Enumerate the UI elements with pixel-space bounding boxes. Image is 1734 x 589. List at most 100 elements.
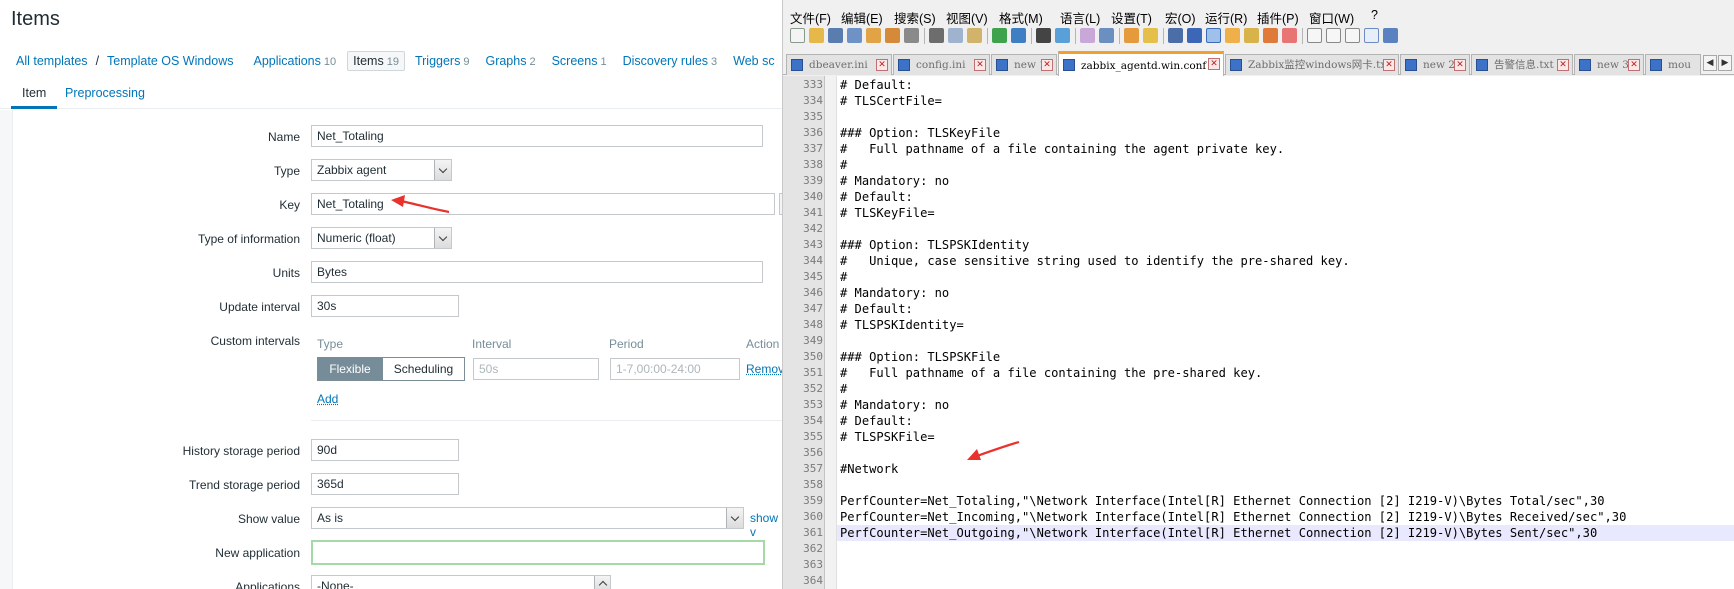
menu-help[interactable]: ? — [1371, 8, 1378, 22]
undo-icon[interactable] — [992, 28, 1007, 43]
code-line[interactable]: # Default: — [840, 413, 913, 429]
code-line[interactable]: # TLSKeyFile= — [840, 205, 935, 221]
cut-icon[interactable] — [929, 28, 944, 43]
close-tab-icon[interactable]: ✕ — [1383, 59, 1395, 71]
print-icon[interactable] — [904, 28, 919, 43]
show-value-mappings-link[interactable]: show v — [750, 511, 782, 539]
type-of-information-dropdown-button[interactable] — [434, 228, 451, 248]
nav-graphs[interactable]: Graphs 2 — [485, 54, 535, 68]
code-line[interactable]: # — [840, 381, 847, 397]
copy-icon[interactable] — [948, 28, 963, 43]
ci-scheduling-toggle[interactable]: Scheduling — [383, 357, 465, 381]
new-file-icon[interactable] — [790, 28, 805, 43]
name-input[interactable]: Net_Totaling — [311, 125, 763, 147]
tab-scroll-left-icon[interactable]: ◀ — [1703, 55, 1717, 71]
show-all-chars-icon[interactable] — [1187, 28, 1202, 43]
new-application-input[interactable] — [311, 540, 765, 565]
ci-add-link[interactable]: Add — [317, 392, 338, 406]
close-tab-icon[interactable]: ✕ — [1557, 59, 1569, 71]
save-macro-icon[interactable] — [1383, 28, 1398, 43]
close-tab-icon[interactable]: ✕ — [1628, 59, 1640, 71]
sync-horizontal-icon[interactable] — [1143, 28, 1158, 43]
tab-preprocessing[interactable]: Preprocessing — [54, 78, 156, 109]
word-wrap-icon[interactable] — [1168, 28, 1183, 43]
folder-workspace-icon[interactable] — [1263, 28, 1278, 43]
file-tab-new3[interactable]: new 3 ✕ — [1574, 54, 1644, 75]
code-line[interactable]: # — [840, 157, 847, 173]
type-dropdown-button[interactable] — [434, 160, 451, 180]
monitoring-icon[interactable] — [1282, 28, 1297, 43]
file-tab-new1[interactable]: new 1 ✕ — [991, 54, 1057, 75]
show-value-dropdown-button[interactable] — [726, 508, 743, 528]
nav-web-scenarios[interactable]: Web sc — [733, 54, 774, 68]
play-macro-icon[interactable] — [1345, 28, 1360, 43]
trend-storage-input[interactable]: 365d — [311, 473, 459, 495]
code-line[interactable]: PerfCounter=Net_Outgoing,"\Network Inter… — [840, 525, 1597, 541]
applications-listbox[interactable]: -None- — [311, 575, 611, 589]
code-line[interactable]: # Default: — [840, 301, 913, 317]
tab-scroll-right-icon[interactable]: ▶ — [1718, 55, 1732, 71]
close-file-icon[interactable] — [866, 28, 881, 43]
ci-interval-input[interactable]: 50s — [473, 358, 599, 380]
find-icon[interactable] — [1036, 28, 1051, 43]
code-line[interactable]: # Default: — [840, 77, 913, 93]
close-all-icon[interactable] — [885, 28, 900, 43]
file-tab-dbeaver[interactable]: dbeaver.ini ✕ — [786, 54, 892, 75]
show-value-select[interactable]: As is — [311, 507, 744, 529]
run-macro-multiple-icon[interactable] — [1364, 28, 1379, 43]
open-file-icon[interactable] — [809, 28, 824, 43]
record-macro-icon[interactable] — [1307, 28, 1322, 43]
code-line[interactable]: PerfCounter=Net_Incoming,"\Network Inter… — [840, 509, 1626, 525]
redo-icon[interactable] — [1011, 28, 1026, 43]
history-storage-input[interactable]: 90d — [311, 439, 459, 461]
code-line[interactable]: # Full pathname of a file containing the… — [840, 365, 1262, 381]
code-line[interactable]: # Mandatory: no — [840, 285, 949, 301]
file-tab-new2[interactable]: new 2 ✕ — [1400, 54, 1470, 75]
units-input[interactable]: Bytes — [311, 261, 763, 283]
zoom-out-icon[interactable] — [1099, 28, 1114, 43]
code-line[interactable]: # Mandatory: no — [840, 173, 949, 189]
save-all-icon[interactable] — [847, 28, 862, 43]
doc-map-icon[interactable] — [1225, 28, 1240, 43]
close-tab-icon[interactable]: ✕ — [974, 59, 986, 71]
close-tab-icon[interactable]: ✕ — [1454, 59, 1466, 71]
ci-remove-link[interactable]: Remov — [746, 362, 782, 376]
close-tab-icon[interactable]: ✕ — [1041, 59, 1053, 71]
nav-screens[interactable]: Screens 1 — [552, 54, 607, 68]
code-line[interactable]: ### Option: TLSKeyFile — [840, 125, 1000, 141]
code-line[interactable]: ### Option: TLSPSKIdentity — [840, 237, 1029, 253]
update-interval-input[interactable]: 30s — [311, 295, 459, 317]
code-line[interactable]: #Network — [840, 461, 898, 477]
code-line[interactable]: # Full pathname of a file containing the… — [840, 141, 1284, 157]
code-line[interactable]: PerfCounter=Net_Totaling,"\Network Inter… — [840, 493, 1605, 509]
close-tab-icon[interactable]: ✕ — [876, 59, 888, 71]
key-input[interactable]: Net_Totaling — [311, 193, 775, 215]
nav-triggers[interactable]: Triggers 9 — [415, 54, 470, 68]
nav-discovery-rules[interactable]: Discovery rules 3 — [623, 54, 718, 68]
file-tab-alert-info[interactable]: 告警信息.txt ✕ — [1471, 54, 1573, 75]
code-line[interactable]: # — [840, 269, 847, 285]
breadcrumb-all-templates[interactable]: All templates — [16, 54, 88, 68]
save-icon[interactable] — [828, 28, 843, 43]
stop-macro-icon[interactable] — [1326, 28, 1341, 43]
applications-scroll-up[interactable] — [594, 576, 610, 589]
code-line[interactable]: # Default: — [840, 189, 913, 205]
replace-icon[interactable] — [1055, 28, 1070, 43]
paste-icon[interactable] — [967, 28, 982, 43]
type-select[interactable]: Zabbix agent — [311, 159, 452, 181]
nav-applications[interactable]: Applications 10 — [253, 54, 336, 68]
file-tab-zabbix-nic[interactable]: Zabbix监控windows网卡.txt ✕ — [1225, 54, 1399, 75]
indent-guide-icon[interactable] — [1206, 28, 1221, 43]
code-line[interactable]: # Mandatory: no — [840, 397, 949, 413]
tab-item[interactable]: Item — [11, 78, 58, 109]
ci-flexible-toggle[interactable]: Flexible — [317, 357, 383, 381]
zoom-in-icon[interactable] — [1080, 28, 1095, 43]
nav-items[interactable]: Items 19 — [347, 51, 405, 71]
code-editor[interactable]: 333 # Default: 334 # TLSCertFile= 335 336 ### … — [783, 76, 1734, 589]
code-line[interactable]: # TLSCertFile= — [840, 93, 942, 109]
code-line[interactable]: # TLSPSKIdentity= — [840, 317, 964, 333]
breadcrumb-template[interactable]: Template OS Windows — [107, 54, 233, 68]
file-tab-zabbix-agentd[interactable]: zabbix_agentd.win.conf ✕ — [1058, 51, 1224, 76]
sync-vertical-icon[interactable] — [1124, 28, 1139, 43]
code-line[interactable]: # Unique, case sensitive string used to … — [840, 253, 1350, 269]
